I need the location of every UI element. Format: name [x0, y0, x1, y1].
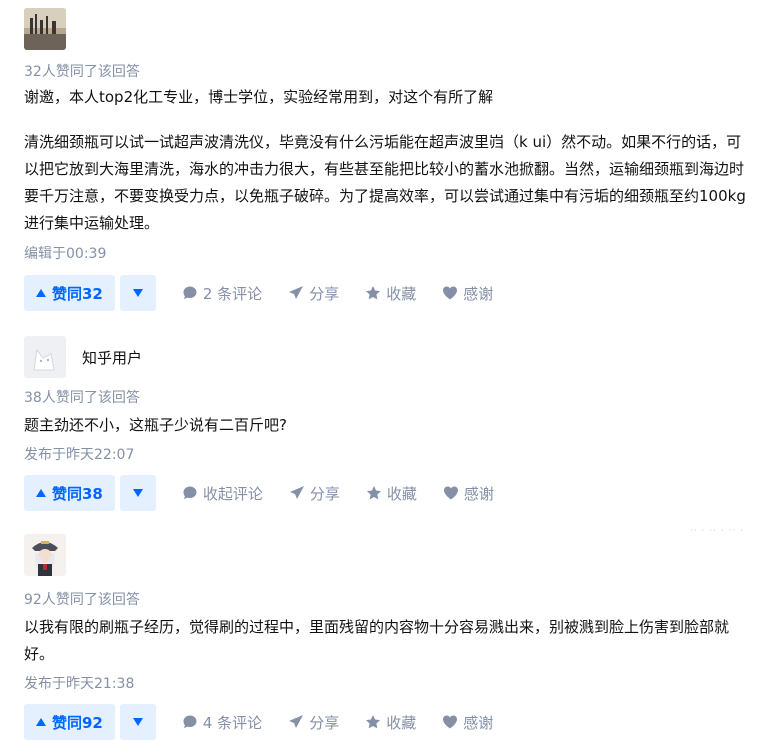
thanks-button[interactable]: 感谢: [443, 483, 494, 504]
thanks-label: 感谢: [463, 484, 494, 503]
star-icon: [366, 486, 381, 500]
thanks-label: 感谢: [463, 713, 494, 732]
comment-label: 4 条评论: [202, 713, 263, 732]
answer-content: 以我有限的刷瓶子经历，觉得刷的过程中，里面残留的内容物十分容易溅出来，别被溅到脸…: [24, 614, 748, 668]
comment-icon: [183, 486, 197, 499]
vote-up-label: 赞同32: [52, 284, 103, 303]
triangle-down-icon: [132, 289, 143, 297]
answer-3: 92人赞同了该回答 以我有限的刷瓶子经历，觉得刷的过程中，里面残留的内容物十分容…: [24, 534, 748, 741]
author-row: [24, 8, 748, 50]
triangle-down-icon: [132, 718, 143, 726]
vote-down-button[interactable]: [119, 704, 156, 740]
edit-time[interactable]: 编辑于00:39: [24, 243, 748, 265]
action-bar: 赞同92 4 条评论 分享 收藏 感谢: [24, 703, 748, 741]
share-label: 分享: [309, 284, 340, 303]
collect-label: 收藏: [386, 284, 417, 303]
collect-label: 收藏: [386, 484, 417, 503]
heart-icon: [443, 715, 458, 729]
triangle-up-icon: [36, 718, 46, 726]
vote-up-button[interactable]: 赞同32: [24, 275, 115, 311]
author-row: 知乎用户: [24, 336, 748, 378]
triangle-down-icon: [132, 489, 143, 497]
thanks-button[interactable]: 感谢: [442, 283, 493, 304]
paper-plane-icon: [289, 286, 304, 299]
paragraph: 以我有限的刷瓶子经历，觉得刷的过程中，里面残留的内容物十分容易溅出来，别被溅到脸…: [24, 618, 730, 663]
paper-plane-icon: [289, 486, 304, 499]
triangle-up-icon: [36, 289, 46, 297]
star-icon: [366, 286, 381, 300]
paragraph: 题主劲还不小，这瓶子少说有二百斤吧?: [24, 416, 287, 434]
comment-button[interactable]: 4 条评论: [182, 712, 262, 733]
vote-up-button[interactable]: 赞同38: [24, 475, 115, 511]
default-avatar[interactable]: [24, 336, 66, 378]
share-label: 分享: [309, 713, 340, 732]
triangle-up-icon: [36, 489, 46, 497]
answer-content: 谢邀，本人top2化工专业，博士学位，实验经常用到，对这个有所了解 清洗细颈瓶可…: [24, 84, 748, 237]
publish-time[interactable]: 发布于昨天21:38: [24, 673, 748, 695]
vote-up-label: 赞同92: [52, 713, 103, 732]
votes-note: 32人赞同了该回答: [24, 64, 140, 80]
collect-button[interactable]: 收藏: [366, 483, 417, 504]
comment-icon: [183, 715, 197, 728]
collect-button[interactable]: 收藏: [365, 283, 416, 304]
answer-content: 题主劲还不小，这瓶子少说有二百斤吧?: [24, 412, 748, 439]
collect-label: 收藏: [386, 713, 417, 732]
paragraph: 谢邀，本人top2化工专业，博士学位，实验经常用到，对这个有所了解: [24, 88, 494, 106]
heart-icon: [443, 486, 458, 500]
share-button[interactable]: 分享: [289, 483, 340, 504]
votes-note: 92人赞同了该回答: [24, 592, 140, 608]
votes-note: 38人赞同了该回答: [24, 390, 140, 406]
thanks-label: 感谢: [463, 284, 494, 303]
thanks-button[interactable]: 感谢: [442, 712, 493, 733]
avatar[interactable]: [24, 534, 66, 576]
vote-down-button[interactable]: [119, 275, 156, 311]
comment-icon: [183, 286, 197, 299]
comment-label: 收起评论: [202, 484, 263, 503]
vote-up-button[interactable]: 赞同92: [24, 704, 115, 740]
star-icon: [366, 715, 381, 729]
vote-up-label: 赞同38: [52, 484, 103, 503]
author-row: [24, 534, 748, 576]
collect-button[interactable]: 收藏: [365, 712, 416, 733]
answer-1: 32人赞同了该回答 谢邀，本人top2化工专业，博士学位，实验经常用到，对这个有…: [24, 8, 748, 312]
heart-icon: [443, 286, 458, 300]
share-button[interactable]: 分享: [288, 712, 339, 733]
action-bar: 赞同32 2 条评论 分享 收藏 感谢: [24, 274, 748, 312]
vote-down-button[interactable]: [119, 475, 156, 511]
collapse-comments-button[interactable]: 收起评论: [182, 483, 263, 504]
publish-time[interactable]: 发布于昨天22:07: [24, 444, 748, 466]
avatar[interactable]: [24, 8, 66, 50]
comment-label: 2 条评论: [202, 284, 263, 303]
answer-2: 知乎用户 38人赞同了该回答 题主劲还不小，这瓶子少说有二百斤吧? 发布于昨天2…: [24, 336, 748, 512]
paragraph: 清洗细颈瓶可以试一试超声波清洗仪，毕竟没有什么污垢能在超声波里岿（k ui）然不…: [24, 133, 746, 232]
action-bar: 赞同38 收起评论 分享 收藏 感谢: [24, 474, 748, 512]
share-label: 分享: [309, 484, 340, 503]
author-name[interactable]: 知乎用户: [82, 347, 142, 368]
paper-plane-icon: [289, 715, 304, 728]
comment-button[interactable]: 2 条评论: [182, 283, 262, 304]
share-button[interactable]: 分享: [288, 283, 339, 304]
